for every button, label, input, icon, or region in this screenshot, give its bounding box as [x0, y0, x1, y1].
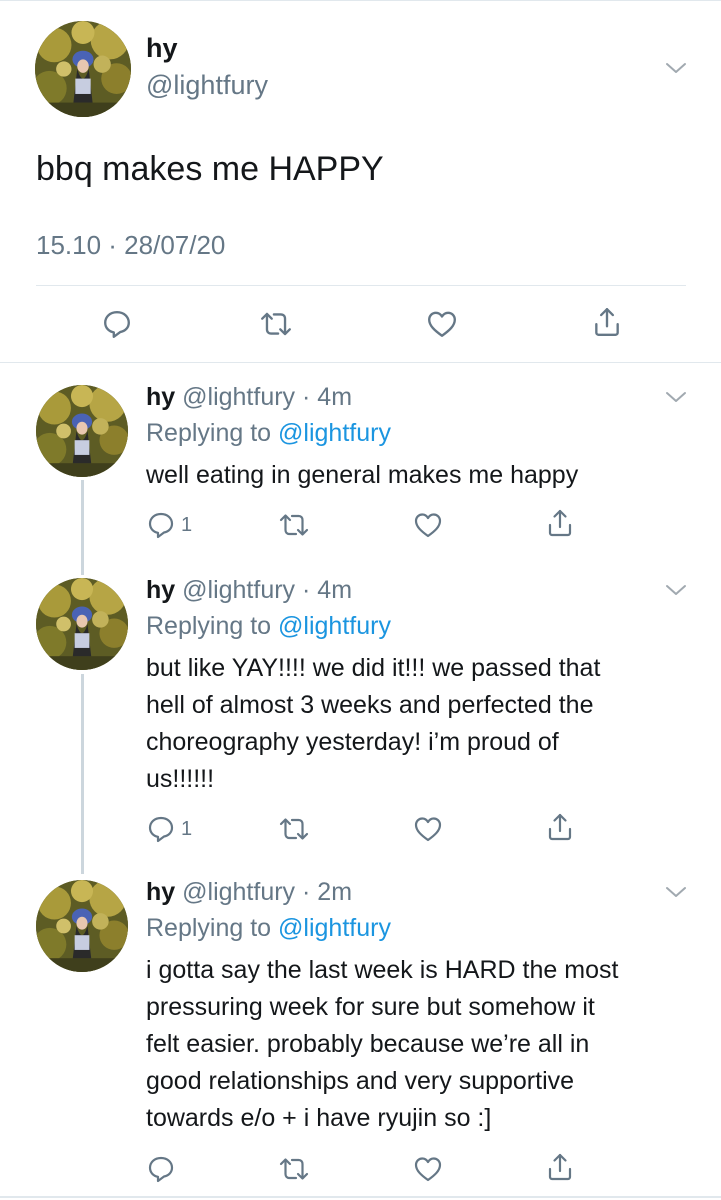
chevron-down-icon[interactable] [665, 885, 687, 899]
reply-text: well eating in general makes me happy [146, 457, 696, 494]
reply-tweet[interactable]: hy @lightfury · 4m Replying to @lightfur… [0, 556, 721, 866]
author-handle[interactable]: @lightfury [182, 576, 295, 604]
like-button[interactable] [426, 309, 458, 339]
reply-tweet[interactable]: hy @lightfury · 2m Replying to @lightfur… [0, 858, 721, 1198]
replying-prefix: Replying to [146, 612, 272, 640]
reply-icon [147, 1155, 175, 1183]
reply-icon [102, 309, 132, 339]
avatar[interactable] [36, 578, 128, 670]
author-name[interactable]: hy [146, 576, 175, 604]
like-icon [413, 815, 443, 843]
text-line: us!!!!!! [146, 765, 215, 793]
replying-prefix: Replying to [146, 914, 272, 942]
reply-time[interactable]: 4m [317, 383, 352, 411]
like-icon [413, 1155, 443, 1183]
like-button[interactable] [413, 1155, 443, 1183]
replying-prefix: Replying to [146, 419, 272, 447]
reply-text: i gotta say the last week is HARD the mo… [146, 952, 696, 1137]
text-line: i gotta say the last week is HARD the mo… [146, 956, 619, 984]
reply-count: 1 [181, 817, 193, 840]
divider [36, 285, 686, 286]
reply-button[interactable]: 1 [147, 815, 192, 843]
reply-header: hy @lightfury · 4m [146, 576, 352, 605]
avatar[interactable] [36, 880, 128, 972]
retweet-icon [278, 511, 310, 539]
reply-button[interactable] [102, 309, 132, 339]
tweet-actions [0, 1150, 721, 1190]
reply-icon [147, 511, 175, 539]
share-icon [546, 1152, 574, 1182]
separator-dot: · [302, 576, 311, 604]
tweet-timestamp[interactable]: 15.10 · 28/07/20 [36, 230, 225, 261]
author-name[interactable]: hy [146, 33, 178, 64]
author-handle[interactable]: @lightfury [182, 878, 295, 906]
share-button[interactable] [592, 306, 622, 338]
share-icon [592, 306, 622, 338]
retweet-icon [278, 1155, 310, 1183]
like-button[interactable] [413, 511, 443, 539]
text-line: pressuring week for sure but somehow it [146, 993, 595, 1021]
reply-button[interactable]: 1 [147, 511, 192, 539]
like-button[interactable] [413, 815, 443, 843]
avatar-image [36, 578, 128, 670]
text-line: hell of almost 3 weeks and perfected the [146, 691, 594, 719]
reply-button[interactable] [147, 1155, 181, 1183]
reply-tweet[interactable]: hy @lightfury · 4m Replying to @lightfur… [0, 363, 721, 568]
reply-time[interactable]: 2m [317, 878, 352, 906]
text-line: towards e/o + i have ryujin so :] [146, 1104, 492, 1132]
avatar[interactable] [36, 385, 128, 477]
bottom-divider [0, 1196, 721, 1198]
retweet-button[interactable] [278, 1155, 310, 1183]
separator-dot: · [302, 878, 311, 906]
chevron-down-icon[interactable] [665, 61, 687, 75]
retweet-button[interactable] [259, 309, 293, 339]
main-tweet: hy @lightfury bbq makes me HAPPY 15.10 ·… [0, 0, 721, 363]
mention-link[interactable]: @lightfury [278, 914, 391, 942]
replying-to: Replying to @lightfury [146, 914, 391, 943]
avatar-image [36, 880, 128, 972]
retweet-button[interactable] [278, 511, 310, 539]
share-icon [546, 508, 574, 538]
retweet-button[interactable] [278, 815, 310, 843]
avatar-image [36, 385, 128, 477]
share-button[interactable] [546, 812, 574, 842]
like-icon [413, 511, 443, 539]
avatar-image [35, 21, 131, 117]
author-handle[interactable]: @lightfury [146, 70, 268, 101]
reply-text: but like YAY!!!! we did it!!! we passed … [146, 650, 696, 798]
retweet-icon [278, 815, 310, 843]
mention-link[interactable]: @lightfury [278, 419, 391, 447]
replying-to: Replying to @lightfury [146, 612, 391, 641]
share-button[interactable] [546, 1152, 574, 1182]
reply-icon [147, 815, 175, 843]
text-line: choreography yesterday! i’m proud of [146, 728, 559, 756]
author-handle[interactable]: @lightfury [182, 383, 295, 411]
reply-time[interactable]: 4m [317, 576, 352, 604]
like-icon [426, 309, 458, 339]
share-icon [546, 812, 574, 842]
share-button[interactable] [546, 508, 574, 538]
tweet-text: bbq makes me HAPPY [36, 150, 384, 188]
reply-header: hy @lightfury · 2m [146, 878, 352, 907]
mention-link[interactable]: @lightfury [278, 612, 391, 640]
text-line: but like YAY!!!! we did it!!! we passed … [146, 654, 601, 682]
reply-count: 1 [181, 513, 193, 536]
retweet-icon [259, 309, 293, 339]
author-name[interactable]: hy [146, 878, 175, 906]
reply-header: hy @lightfury · 4m [146, 383, 352, 412]
tweet-actions: 1 [0, 810, 721, 850]
tweet-actions [0, 300, 721, 350]
chevron-down-icon[interactable] [665, 583, 687, 597]
replying-to: Replying to @lightfury [146, 419, 391, 448]
chevron-down-icon[interactable] [665, 390, 687, 404]
separator-dot: · [302, 383, 311, 411]
text-line: felt easier. probably because we’re all … [146, 1030, 590, 1058]
text-line: good relationships and very supportive [146, 1067, 575, 1095]
text-line: well eating in general makes me happy [146, 461, 579, 489]
tweet-actions: 1 [0, 506, 721, 546]
avatar[interactable] [35, 21, 131, 117]
author-name[interactable]: hy [146, 383, 175, 411]
